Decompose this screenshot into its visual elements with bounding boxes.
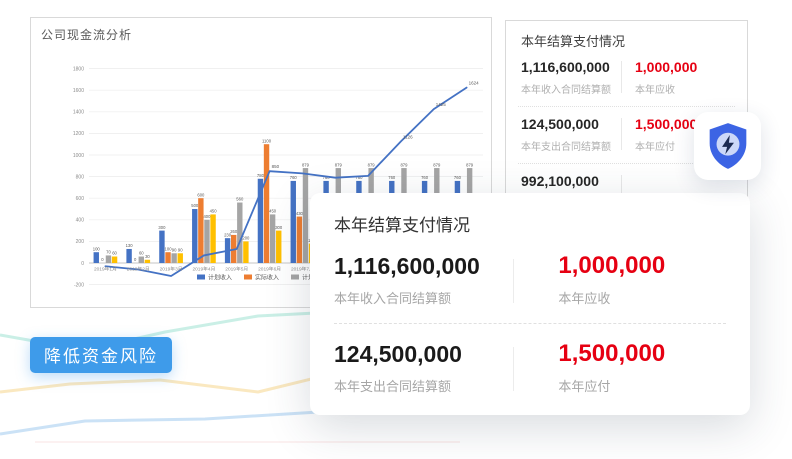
receivable-value: 1,000,000 (635, 59, 731, 76)
svg-text:879: 879 (368, 162, 376, 167)
svg-text:2019年3月: 2019年3月 (160, 266, 183, 273)
svg-text:400: 400 (76, 218, 85, 224)
svg-text:300: 300 (158, 225, 166, 230)
svg-text:0: 0 (81, 261, 84, 267)
svg-text:879: 879 (433, 162, 441, 167)
svg-text:2019年4月: 2019年4月 (192, 266, 215, 273)
svg-text:500: 500 (191, 203, 199, 208)
popup-payable-value: 1,500,000 (558, 341, 726, 367)
svg-text:450: 450 (210, 209, 218, 214)
svg-text:1200: 1200 (73, 131, 84, 137)
svg-text:200: 200 (242, 236, 250, 241)
svg-text:760: 760 (454, 175, 462, 180)
svg-text:0: 0 (134, 257, 137, 262)
income-settlement-value: 1,116,600,000 (521, 59, 621, 76)
svg-text:879: 879 (335, 162, 343, 167)
svg-text:200: 200 (76, 239, 85, 245)
svg-text:2019年2月: 2019年2月 (127, 266, 150, 273)
svg-text:2019年6月: 2019年6月 (258, 266, 281, 273)
svg-text:1126: 1126 (403, 134, 413, 139)
risk-tag[interactable]: 降低资金风险 (30, 337, 172, 373)
popup-row-income: 1,116,600,000 本年收入合同结算额 1,000,000 本年应收 (334, 236, 726, 323)
svg-text:850: 850 (272, 164, 280, 169)
balance-value: 992,100,000 (521, 173, 621, 190)
popup-row-expense: 124,500,000 本年支出合同结算额 1,500,000 本年应付 (334, 324, 726, 411)
svg-text:300: 300 (275, 225, 283, 230)
popup-receivable-value: 1,000,000 (558, 253, 726, 279)
svg-text:-200: -200 (74, 282, 84, 288)
svg-text:450: 450 (269, 209, 277, 214)
svg-text:879: 879 (302, 162, 310, 167)
security-badge[interactable] (694, 112, 761, 180)
svg-text:1800: 1800 (73, 66, 84, 72)
svg-text:2019年1月: 2019年1月 (94, 266, 117, 273)
settlement-popup: 本年结算支付情况 1,116,600,000 本年收入合同结算额 1,000,0… (310, 193, 750, 415)
svg-text:计划收入: 计划收入 (208, 274, 232, 282)
popup-title: 本年结算支付情况 (334, 211, 726, 236)
svg-text:1000: 1000 (73, 153, 84, 159)
svg-text:560: 560 (236, 197, 244, 202)
svg-text:100: 100 (93, 246, 101, 251)
svg-text:30: 30 (145, 254, 150, 259)
expense-settlement-value: 124,500,000 (521, 116, 621, 133)
svg-text:1100: 1100 (262, 138, 272, 143)
popup-payable-label: 本年应付 (558, 376, 726, 395)
svg-text:260: 260 (230, 229, 238, 234)
popup-receivable-label: 本年应收 (558, 288, 726, 307)
svg-text:实际收入: 实际收入 (255, 274, 279, 282)
svg-text:760: 760 (421, 175, 429, 180)
svg-text:1600: 1600 (73, 88, 84, 94)
svg-text:90: 90 (172, 247, 177, 252)
shield-lightning-icon (706, 121, 750, 171)
svg-text:130: 130 (126, 243, 134, 248)
svg-text:800: 800 (76, 174, 85, 180)
svg-text:90: 90 (178, 247, 183, 252)
svg-text:430: 430 (296, 211, 304, 216)
svg-text:60: 60 (139, 251, 144, 256)
popup-expense-settlement-label: 本年支出合同结算额 (334, 376, 513, 395)
popup-income-settlement-value: 1,116,600,000 (334, 253, 513, 279)
svg-text:760: 760 (388, 175, 396, 180)
svg-text:879: 879 (466, 162, 474, 167)
svg-text:60: 60 (112, 251, 117, 256)
svg-text:600: 600 (76, 196, 85, 202)
svg-text:1624: 1624 (469, 81, 480, 86)
svg-text:760: 760 (290, 175, 298, 180)
svg-text:600: 600 (197, 192, 205, 197)
popup-expense-settlement-value: 124,500,000 (334, 341, 513, 367)
settlement-panel-title: 本年结算支付情况 (506, 21, 747, 50)
income-settlement-label: 本年收入合同结算额 (521, 81, 621, 96)
popup-income-settlement-label: 本年收入合同结算额 (334, 288, 513, 307)
svg-text:879: 879 (400, 162, 408, 167)
svg-text:780: 780 (257, 173, 265, 178)
expense-settlement-label: 本年支出合同结算额 (521, 138, 621, 153)
svg-text:1425: 1425 (436, 102, 447, 107)
svg-text:2019年5月: 2019年5月 (225, 266, 248, 273)
svg-text:400: 400 (203, 214, 211, 219)
svg-text:1400: 1400 (73, 110, 84, 116)
svg-text:70: 70 (106, 250, 111, 255)
settlement-row-income: 1,116,600,000 本年收入合同结算额 1,000,000 本年应收 (506, 50, 747, 106)
receivable-label: 本年应收 (635, 81, 731, 96)
svg-text:0: 0 (101, 257, 104, 262)
